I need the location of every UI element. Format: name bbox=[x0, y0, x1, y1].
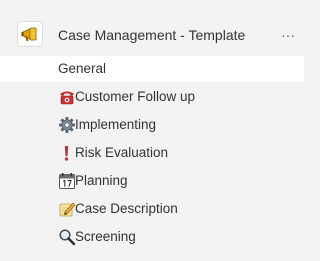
nav-item-label: Implementing bbox=[75, 117, 157, 132]
panel-title: Case Management - Template bbox=[58, 27, 246, 43]
nav-item-label: General bbox=[58, 61, 107, 76]
nav-item-planning[interactable]: Planning bbox=[0, 168, 304, 194]
nav-item-label: Risk Evaluation bbox=[75, 145, 169, 160]
nav-item-label: Customer Follow up bbox=[75, 89, 196, 104]
case-template-panel: Case Management - Template ··· General C… bbox=[0, 0, 304, 261]
calendar-icon bbox=[58, 172, 76, 190]
nav-item-general[interactable]: General bbox=[0, 56, 304, 82]
nav-item-implementing[interactable]: Implementing bbox=[0, 112, 304, 138]
nav-item-label: Planning bbox=[75, 173, 128, 188]
nav-item-label: Case Description bbox=[75, 201, 178, 216]
nav-item-screening[interactable]: Screening bbox=[0, 224, 304, 250]
more-options-button[interactable]: ··· bbox=[277, 26, 299, 44]
panel-header: Case Management - Template ··· bbox=[0, 0, 304, 54]
megaphone-icon bbox=[18, 22, 42, 46]
notepad-pencil-icon bbox=[58, 200, 76, 218]
nav-item-customer-follow-up[interactable]: Customer Follow up bbox=[0, 84, 304, 110]
gear-icon bbox=[58, 116, 76, 134]
nav-item-risk-evaluation[interactable]: Risk Evaluation bbox=[0, 140, 304, 166]
magnifier-icon bbox=[58, 228, 76, 246]
nav-item-case-description[interactable]: Case Description bbox=[0, 196, 304, 222]
telephone-icon bbox=[58, 88, 76, 106]
exclamation-icon bbox=[58, 144, 76, 162]
nav-item-label: Screening bbox=[75, 229, 136, 244]
